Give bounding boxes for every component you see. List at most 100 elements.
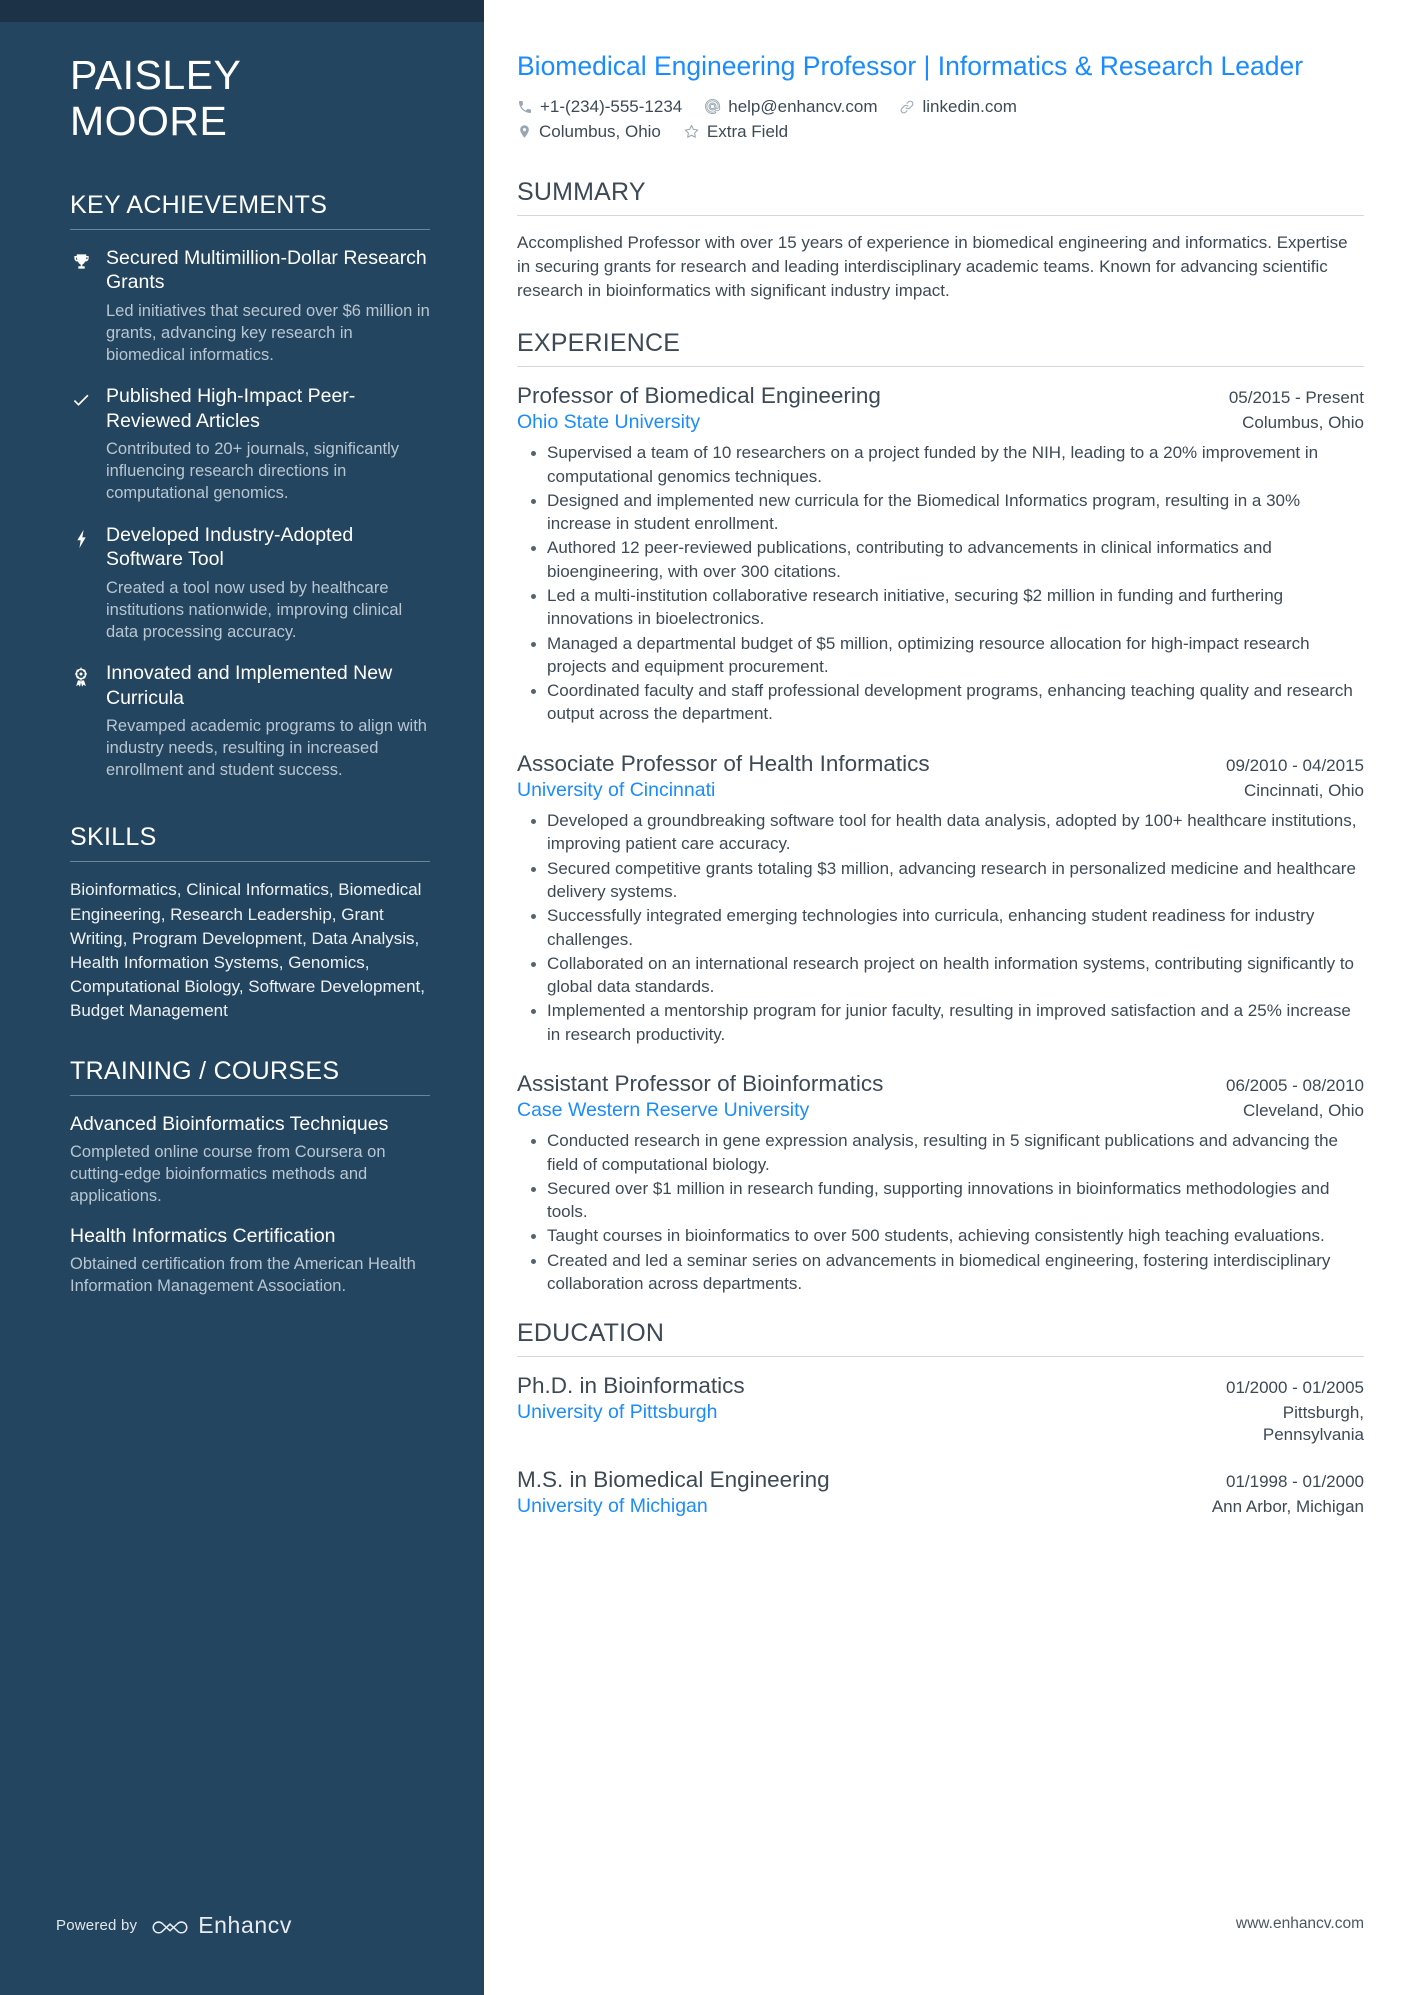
achievement-item: Published High-Impact Peer-Reviewed Arti… bbox=[70, 384, 430, 504]
key-achievements-section: KEY ACHIEVEMENTS Secured Multimillion-Do… bbox=[70, 191, 430, 800]
job-bullets: Supervised a team of 10 researchers on a… bbox=[517, 441, 1364, 725]
experience-entry: Assistant Professor of Bioinformatics 06… bbox=[517, 1070, 1364, 1295]
experience-entry: Associate Professor of Health Informatic… bbox=[517, 750, 1364, 1046]
bullet: Implemented a mentorship program for jun… bbox=[531, 999, 1364, 1046]
job-bullets: Conducted research in gene expression an… bbox=[517, 1129, 1364, 1295]
school-name[interactable]: University of Pittsburgh bbox=[517, 1401, 718, 1424]
bullet: Led a multi-institution collaborative re… bbox=[531, 584, 1364, 631]
contact-details: +1-(234)-555-1234 help@enhancv.com linke… bbox=[517, 97, 1364, 142]
bullet: Taught courses in bioinformatics to over… bbox=[531, 1224, 1364, 1247]
site-url[interactable]: www.enhancv.com bbox=[1236, 1915, 1364, 1933]
bullet: Supervised a team of 10 researchers on a… bbox=[531, 441, 1364, 488]
enhancv-wordmark: Enhancv bbox=[198, 1912, 292, 1938]
divider bbox=[70, 228, 430, 230]
school-location: Ann Arbor, Michigan bbox=[1211, 1497, 1364, 1517]
course-description: Obtained certification from the American… bbox=[70, 1254, 416, 1295]
star-icon bbox=[684, 125, 699, 138]
bullet: Designed and implemented new curricula f… bbox=[531, 489, 1364, 536]
contact-row-primary: +1-(234)-555-1234 help@enhancv.com linke… bbox=[517, 97, 1364, 117]
job-location: Cincinnati, Ohio bbox=[1243, 780, 1364, 800]
achievement-item: Secured Multimillion-Dollar Research Gra… bbox=[70, 246, 430, 366]
sidebar: PAISLEY MOORE KEY ACHIEVEMENTS Secured M… bbox=[0, 0, 484, 1995]
job-date-range: 05/2015 - Present bbox=[1228, 387, 1364, 407]
course-item: Advanced Bioinformatics Techniques Compl… bbox=[70, 1112, 430, 1207]
divider bbox=[70, 1095, 430, 1097]
job-title: Associate Professor of Health Informatic… bbox=[517, 750, 930, 776]
training-courses-section: TRAINING / COURSES Advanced Bioinformati… bbox=[70, 1057, 430, 1314]
check-icon bbox=[70, 384, 92, 504]
job-bullets: Developed a groundbreaking software tool… bbox=[517, 809, 1364, 1046]
school-name[interactable]: University of Michigan bbox=[517, 1495, 708, 1518]
professional-headline: Biomedical Engineering Professor | Infor… bbox=[517, 51, 1304, 81]
experience-section: EXPERIENCE Professor of Biomedical Engin… bbox=[517, 329, 1364, 1295]
bullet: Secured over $1 million in research fund… bbox=[531, 1177, 1364, 1224]
degree-date-range: 01/1998 - 01/2000 bbox=[1225, 1472, 1364, 1492]
course-item: Health Informatics Certification Obtaine… bbox=[70, 1224, 430, 1297]
contact-phone[interactable]: +1-(234)-555-1234 bbox=[517, 97, 682, 117]
phone-text: +1-(234)-555-1234 bbox=[540, 96, 683, 116]
contact-row-secondary: Columbus, Ohio Extra Field bbox=[517, 122, 1364, 142]
bullet: Collaborated on an international researc… bbox=[531, 952, 1364, 999]
contact-extra-field[interactable]: Extra Field bbox=[683, 122, 788, 142]
key-achievements-heading: KEY ACHIEVEMENTS bbox=[70, 190, 328, 219]
skills-heading: SKILLS bbox=[70, 823, 157, 852]
course-title: Advanced Bioinformatics Techniques bbox=[70, 1113, 389, 1136]
achievement-title: Published High-Impact Peer-Reviewed Arti… bbox=[106, 385, 356, 432]
job-organization[interactable]: Ohio State University bbox=[517, 411, 700, 434]
education-entry: M.S. in Biomedical Engineering 01/1998 -… bbox=[517, 1466, 1364, 1518]
job-date-range: 09/2010 - 04/2015 bbox=[1225, 755, 1364, 775]
achievement-item: Innovated and Implemented New Curricula … bbox=[70, 661, 430, 781]
summary-text: Accomplished Professor with over 15 year… bbox=[517, 232, 1348, 300]
summary-heading: SUMMARY bbox=[517, 177, 646, 206]
resume-page: PAISLEY MOORE KEY ACHIEVEMENTS Secured M… bbox=[0, 0, 1410, 1995]
achievement-title: Secured Multimillion-Dollar Research Gra… bbox=[106, 246, 427, 294]
experience-entry: Professor of Biomedical Engineering 05/2… bbox=[517, 382, 1364, 726]
skills-list: Bioinformatics, Clinical Informatics, Bi… bbox=[70, 880, 425, 1021]
course-description: Completed online course from Coursera on… bbox=[70, 1142, 386, 1205]
link-icon bbox=[901, 100, 914, 113]
email-at-icon bbox=[705, 99, 721, 115]
degree-title: M.S. in Biomedical Engineering bbox=[517, 1467, 830, 1493]
summary-section: SUMMARY Accomplished Professor with over… bbox=[517, 178, 1364, 303]
enhancv-mark-icon bbox=[152, 1920, 188, 1934]
contact-location[interactable]: Columbus, Ohio bbox=[517, 122, 661, 142]
achievement-title: Innovated and Implemented New Curricula bbox=[106, 662, 393, 709]
job-location: Cleveland, Ohio bbox=[1243, 1100, 1364, 1120]
job-title: Assistant Professor of Bioinformatics bbox=[517, 1070, 884, 1096]
phone-icon bbox=[519, 100, 531, 113]
skills-section: SKILLS Bioinformatics, Clinical Informat… bbox=[70, 823, 430, 1023]
bullet: Authored 12 peer-reviewed publications, … bbox=[531, 536, 1364, 583]
bullet: Secured competitive grants totaling $3 m… bbox=[531, 857, 1364, 904]
job-location: Columbus, Ohio bbox=[1242, 412, 1364, 432]
education-heading: EDUCATION bbox=[517, 1319, 665, 1348]
main-content: Biomedical Engineering Professor | Infor… bbox=[484, 0, 1410, 1995]
bullet: Managed a departmental budget of $5 mill… bbox=[531, 632, 1364, 679]
divider bbox=[517, 214, 1364, 216]
location-text: Columbus, Ohio bbox=[539, 121, 661, 141]
name-last: MOORE bbox=[70, 98, 228, 145]
achievement-description: Revamped academic programs to align with… bbox=[106, 717, 427, 780]
degree-date-range: 01/2000 - 01/2005 bbox=[1225, 1378, 1364, 1398]
job-organization[interactable]: University of Cincinnati bbox=[517, 779, 715, 802]
powered-by-label: Powered by bbox=[56, 1917, 138, 1934]
contact-linkedin[interactable]: linkedin.com bbox=[899, 97, 1017, 117]
job-date-range: 06/2005 - 08/2010 bbox=[1225, 1075, 1364, 1095]
contact-email[interactable]: help@enhancv.com bbox=[704, 97, 877, 117]
bullet: Conducted research in gene expression an… bbox=[531, 1129, 1364, 1176]
job-organization[interactable]: Case Western Reserve University bbox=[517, 1099, 809, 1122]
lightning-bolt-icon bbox=[70, 523, 92, 643]
achievement-description: Contributed to 20+ journals, significant… bbox=[106, 440, 400, 503]
linkedin-text: linkedin.com bbox=[922, 96, 1017, 116]
candidate-name: PAISLEY MOORE bbox=[70, 52, 430, 145]
bullet: Created and led a seminar series on adva… bbox=[531, 1249, 1364, 1296]
achievement-title: Developed Industry-Adopted Software Tool bbox=[106, 523, 354, 571]
award-ribbon-icon bbox=[70, 661, 92, 781]
training-courses-heading: TRAINING / COURSES bbox=[70, 1057, 340, 1086]
experience-heading: EXPERIENCE bbox=[517, 328, 681, 357]
education-section: EDUCATION Ph.D. in Bioinformatics 01/200… bbox=[517, 1319, 1364, 1519]
divider bbox=[70, 861, 430, 863]
divider bbox=[517, 365, 1364, 367]
degree-title: Ph.D. in Bioinformatics bbox=[517, 1373, 745, 1399]
enhancv-logo: Enhancv bbox=[151, 1912, 292, 1939]
